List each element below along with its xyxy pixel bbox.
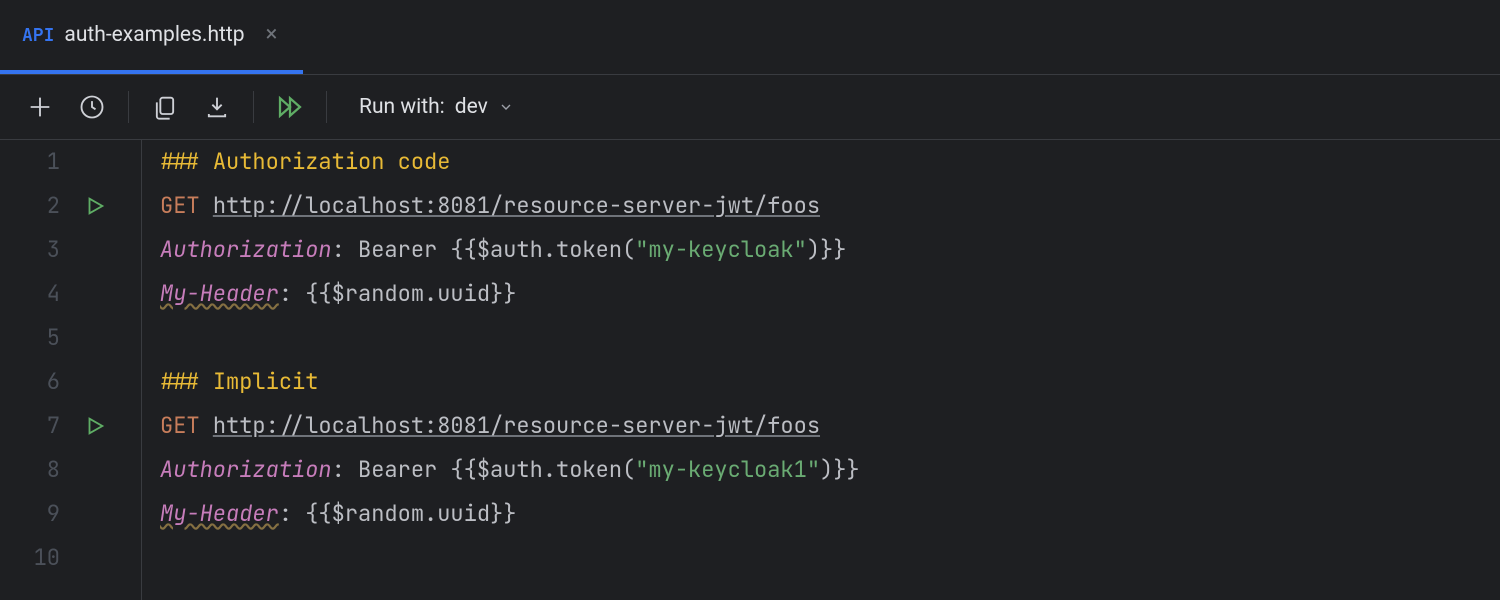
toolbar: Run with: dev: [0, 75, 1500, 140]
line-number: 1: [30, 140, 60, 184]
code-line: GET http://localhost:8081/resource-serve…: [160, 184, 1500, 228]
add-request-button[interactable]: [18, 85, 62, 129]
run-all-button[interactable]: [268, 85, 312, 129]
code-line: [160, 316, 1500, 360]
double-play-icon: [275, 92, 305, 122]
separator: [326, 91, 327, 123]
line-number: 7: [30, 404, 60, 448]
code-line: Authorization: Bearer {{$auth.token("my-…: [160, 448, 1500, 492]
close-icon[interactable]: ×: [263, 26, 281, 44]
plus-icon: [26, 93, 54, 121]
import-button[interactable]: [195, 85, 239, 129]
examples-button[interactable]: [143, 85, 187, 129]
run-with-label: Run with:: [359, 95, 445, 119]
code-line: GET http://localhost:8081/resource-serve…: [160, 404, 1500, 448]
code-line: My-Header: {{$random.uuid}}: [160, 492, 1500, 536]
line-number: 6: [30, 360, 60, 404]
code-editor[interactable]: 1 2 3 4 5 6 7 8 9 10 ### Authorization c…: [0, 140, 1500, 600]
tab-auth-examples[interactable]: API auth-examples.http ×: [0, 0, 303, 74]
line-number: 10: [30, 536, 60, 580]
line-number: 9: [30, 492, 60, 536]
code-line: Authorization: Bearer {{$auth.token("my-…: [160, 228, 1500, 272]
line-number: 4: [30, 272, 60, 316]
history-button[interactable]: [70, 85, 114, 129]
chevron-down-icon: [498, 99, 514, 115]
line-number: 8: [30, 448, 60, 492]
code-line: ### Authorization code: [160, 140, 1500, 184]
run-gutter-button[interactable]: [82, 413, 108, 439]
code-line: [160, 536, 1500, 580]
environment-name: dev: [455, 95, 488, 119]
separator: [253, 91, 254, 123]
line-number: 2: [30, 184, 60, 228]
run-with-dropdown[interactable]: Run with: dev: [359, 95, 514, 119]
run-gutter-button[interactable]: [82, 193, 108, 219]
line-number: 5: [30, 316, 60, 360]
tabbar: API auth-examples.http ×: [0, 0, 1500, 75]
import-icon: [203, 93, 231, 121]
code-area[interactable]: ### Authorization code GET http://localh…: [142, 140, 1500, 600]
document-copy-icon: [151, 93, 179, 121]
line-number: 3: [30, 228, 60, 272]
code-line: ### Implicit: [160, 360, 1500, 404]
play-icon: [84, 415, 106, 437]
play-icon: [84, 195, 106, 217]
code-line: My-Header: {{$random.uuid}}: [160, 272, 1500, 316]
separator: [128, 91, 129, 123]
tab-filename: auth-examples.http: [64, 23, 244, 47]
clock-icon: [78, 93, 106, 121]
file-type-badge: API: [22, 24, 54, 47]
gutter: 1 2 3 4 5 6 7 8 9 10: [0, 140, 142, 600]
